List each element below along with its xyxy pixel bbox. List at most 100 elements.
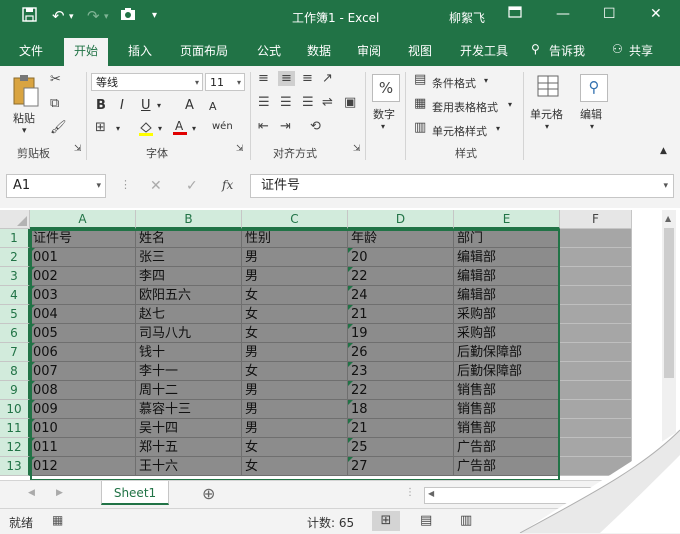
row-header[interactable]: 6 [0, 324, 30, 343]
table-cell[interactable]: 女 [242, 286, 348, 305]
table-cell[interactable]: 001 [30, 248, 136, 267]
tab-developer[interactable]: 开发工具 [460, 42, 508, 59]
format-painter-icon[interactable]: 🖌 [50, 120, 67, 135]
table-cell[interactable]: 慕容十三 [136, 400, 242, 419]
copy-icon[interactable]: ⧉ [50, 96, 59, 111]
format-as-table-button[interactable]: 套用表格格式 [432, 99, 498, 115]
table-cell[interactable]: 男 [242, 381, 348, 400]
font-color-dropdown-icon[interactable]: ▾ [192, 124, 196, 133]
table-cell[interactable] [560, 248, 632, 267]
status-count[interactable]: 计数: 65 [307, 514, 354, 531]
table-cell[interactable]: 26 [348, 343, 454, 362]
paste-dropdown-icon[interactable]: ▾ [22, 126, 27, 136]
borders-dropdown-icon[interactable]: ▾ [116, 124, 120, 133]
save-icon[interactable] [22, 7, 37, 26]
table-cell[interactable]: 销售部 [454, 381, 560, 400]
previous-sheet-icon[interactable]: ◀ [28, 488, 35, 498]
column-header-f[interactable]: F [560, 210, 632, 229]
table-cell[interactable] [560, 324, 632, 343]
column-header-c[interactable]: C [242, 210, 348, 229]
worksheet-grid[interactable]: ABCDEF 1 证件号 姓名 性别 年龄 部门 2 001 张三男 20 编辑部 3 002 李四男 22… [0, 210, 680, 481]
font-color-icon[interactable]: A [172, 119, 188, 139]
row-header[interactable]: 5 [0, 305, 30, 324]
table-cell[interactable]: 编辑部 [454, 267, 560, 286]
user-name[interactable]: 柳絮飞 [449, 9, 485, 26]
undo-icon[interactable]: ↶ [52, 7, 65, 25]
table-cell[interactable]: 003 [30, 286, 136, 305]
minimize-button[interactable]: — [556, 6, 570, 22]
table-cell[interactable]: 19 [348, 324, 454, 343]
row-header[interactable]: 3 [0, 267, 30, 286]
column-header-e[interactable]: E [454, 210, 560, 229]
select-all-button[interactable] [0, 210, 30, 229]
tab-data[interactable]: 数据 [307, 42, 331, 59]
close-button[interactable]: ✕ [650, 6, 662, 22]
table-cell[interactable]: 27 [348, 457, 454, 476]
chevron-down-icon[interactable]: ▾ [496, 124, 500, 133]
table-cell[interactable]: 25 [348, 438, 454, 457]
chevron-down-icon[interactable]: ▾ [508, 100, 512, 109]
chevron-down-icon[interactable]: ▾ [96, 175, 101, 197]
confirm-entry-icon[interactable]: ✓ [186, 178, 198, 194]
customize-quick-access-icon[interactable]: ▾ [152, 10, 157, 21]
table-cell[interactable]: 张三 [136, 248, 242, 267]
vertical-scrollbar[interactable]: ▲ [662, 210, 676, 480]
table-cell[interactable]: 后勤保障部 [454, 362, 560, 381]
percent-format-button[interactable]: % [372, 74, 400, 102]
table-cell[interactable]: 后勤保障部 [454, 343, 560, 362]
row-header[interactable]: 9 [0, 381, 30, 400]
row-header[interactable]: 2 [0, 248, 30, 267]
align-center-icon[interactable]: ☰ [280, 95, 292, 110]
row-header[interactable]: 4 [0, 286, 30, 305]
merge-center-icon[interactable]: ▣ [344, 95, 356, 110]
row-header[interactable]: 10 [0, 400, 30, 419]
table-cell[interactable]: 21 [348, 419, 454, 438]
table-cell[interactable]: 王十六 [136, 457, 242, 476]
editing-dropdown-icon[interactable]: ▾ [590, 122, 594, 131]
table-cell[interactable]: 23 [348, 362, 454, 381]
table-cell[interactable]: 女 [242, 438, 348, 457]
tab-home[interactable]: 开始 [64, 38, 109, 66]
table-cell[interactable]: 男 [242, 267, 348, 286]
cells-icon[interactable] [536, 74, 560, 102]
row-header[interactable]: 12 [0, 438, 30, 457]
add-sheet-button[interactable]: ⊕ [202, 484, 215, 503]
clipboard-launcher-icon[interactable]: ⇲ [74, 144, 82, 154]
phonetic-guide-button[interactable]: wén [212, 121, 233, 132]
bold-button[interactable]: B [96, 98, 106, 113]
table-cell[interactable] [560, 438, 632, 457]
table-cell[interactable]: 欧阳五六 [136, 286, 242, 305]
align-right-icon[interactable]: ☰ [302, 95, 314, 110]
font-name-combo[interactable]: 等线 ▾ [91, 73, 203, 91]
align-top-icon[interactable]: ≡ [258, 71, 269, 86]
table-cell[interactable]: 吴十四 [136, 419, 242, 438]
fill-color-icon[interactable] [138, 120, 154, 140]
table-cell[interactable]: 女 [242, 324, 348, 343]
tab-formulas[interactable]: 公式 [257, 42, 281, 59]
underline-button[interactable]: U [141, 98, 151, 113]
decrease-indent-icon[interactable]: ⇤ [258, 119, 269, 134]
tab-view[interactable]: 视图 [408, 42, 432, 59]
table-cell[interactable]: 18 [348, 400, 454, 419]
row-header[interactable]: 8 [0, 362, 30, 381]
table-cell[interactable]: 20 [348, 248, 454, 267]
table-cell[interactable] [560, 267, 632, 286]
scrollbar-thumb[interactable] [664, 228, 674, 378]
page-break-view-icon[interactable]: ▥ [460, 513, 472, 528]
number-dropdown-icon[interactable]: ▾ [381, 122, 385, 131]
table-cell[interactable]: 采购部 [454, 305, 560, 324]
column-header-b[interactable]: B [136, 210, 242, 229]
row-header[interactable]: 11 [0, 419, 30, 438]
tab-insert[interactable]: 插入 [128, 42, 152, 59]
scroll-left-icon[interactable]: ◀ [428, 489, 434, 498]
table-cell[interactable]: 男 [242, 248, 348, 267]
camera-icon[interactable] [120, 7, 136, 25]
formula-input[interactable]: 证件号 ▾ [250, 174, 674, 198]
table-cell[interactable]: 姓名 [136, 229, 242, 248]
table-cell[interactable]: 李十一 [136, 362, 242, 381]
align-bottom-icon[interactable]: ≡ [302, 71, 313, 86]
table-cell[interactable]: 010 [30, 419, 136, 438]
table-cell[interactable]: 广告部 [454, 457, 560, 476]
share-button[interactable]: 共享 [629, 42, 653, 59]
table-cell[interactable]: 广告部 [454, 438, 560, 457]
